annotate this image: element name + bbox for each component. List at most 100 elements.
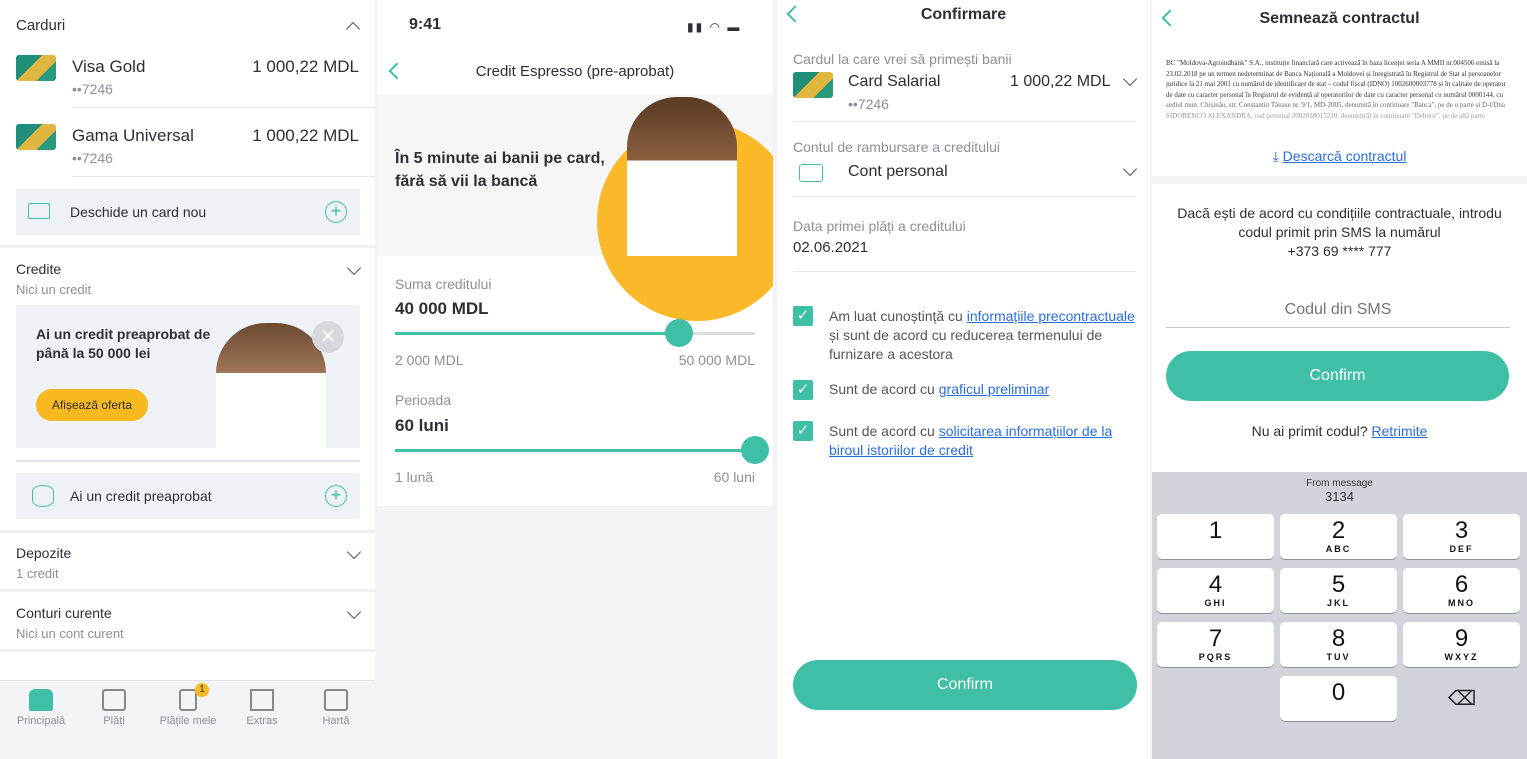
download-icon: ⤓	[1272, 148, 1283, 164]
card-image	[16, 55, 56, 81]
suggestion-code: 3134	[1325, 489, 1354, 504]
credit-espresso-screen: 9:41 ▮▮ ◠ ▬ Credit Espresso (pre-aprobat…	[377, 0, 773, 759]
key-digit: 7	[1208, 625, 1223, 652]
nav-principala[interactable]: Principală	[6, 689, 76, 727]
amount-slider[interactable]	[395, 319, 755, 347]
key-9[interactable]: 9 WXYZ	[1403, 622, 1520, 667]
chevron-up-icon[interactable]	[345, 21, 361, 37]
period-max: 60 luni	[713, 469, 755, 485]
backspace-icon[interactable]: ⌫	[1448, 686, 1476, 711]
nav-plati[interactable]: Plăți	[79, 689, 149, 727]
show-offer-button[interactable]: Afișează oferta	[36, 389, 148, 421]
deposits-subtitle: 1 credit	[16, 566, 59, 581]
sms-suggestion[interactable]: From message 3134	[1152, 478, 1527, 504]
slider-handle[interactable]	[665, 319, 694, 347]
nav-label: Plăți	[103, 715, 125, 727]
transfer-icon	[102, 689, 126, 711]
repay-field-label: Contul de rambursare a creditului	[793, 139, 1000, 155]
key-4[interactable]: 4 GHI	[1157, 568, 1274, 613]
label-text: Am luat cunoștință cu	[829, 308, 967, 324]
key-letters: ABC	[1325, 544, 1352, 554]
card-number: ••7246	[848, 96, 889, 112]
confirm-button[interactable]: Confirm	[793, 660, 1137, 710]
nav-label: Hartă	[322, 715, 350, 727]
precontract-info-link[interactable]: informațiile precontractuale	[967, 308, 1135, 324]
period-value: 60 luni	[395, 416, 449, 435]
hero-banner: În 5 minute ai banii pe card, fără să vi…	[377, 95, 773, 321]
nav-platile-mele[interactable]: 1 Plățile mele	[153, 683, 223, 727]
suggestion-label: From message	[1306, 478, 1373, 489]
key-letters: MNO	[1448, 598, 1475, 608]
label-text: Sunt de acord cu	[829, 423, 939, 439]
download-label: Descarcă contractul	[1282, 148, 1407, 164]
key-6[interactable]: 6 MNO	[1403, 568, 1520, 613]
card-balance: 1 000,22 MDL	[252, 126, 359, 145]
amount-min: 2 000 MDL	[395, 352, 464, 368]
key-3[interactable]: 3 DEF	[1403, 514, 1520, 559]
nav-harta[interactable]: Hartă	[301, 689, 371, 727]
wallet-icon	[799, 164, 823, 182]
accounts-screen: Carduri Visa Gold ••7246 1 000,22 MDL Ga…	[0, 0, 375, 759]
key-7[interactable]: 7 PQRS	[1157, 622, 1274, 667]
card-image	[793, 72, 833, 98]
cards-section-title: Carduri	[16, 17, 66, 34]
nav-label: Principală	[16, 715, 66, 727]
notification-badge: 1	[195, 683, 209, 697]
label-text: Sunt de acord cu	[829, 381, 939, 397]
key-digit: 9	[1454, 625, 1469, 652]
slider-handle[interactable]	[741, 436, 769, 464]
download-contract-link[interactable]: ⤓ Descarcă contractul	[1152, 148, 1527, 165]
status-time: 9:41	[409, 16, 442, 33]
date-value: 02.06.2021	[793, 239, 869, 256]
key-letters: GHI	[1204, 598, 1227, 608]
key-0[interactable]: 0	[1280, 676, 1397, 721]
checkbox-precontract[interactable]: ✓	[793, 306, 813, 326]
date-field-label: Data primei plăți a creditului	[793, 218, 966, 234]
page-title: Confirmare	[920, 6, 1007, 23]
key-5[interactable]: 5 JKL	[1280, 568, 1397, 613]
chevron-down-icon[interactable]	[346, 544, 362, 560]
status-icons: ▮▮ ◠ ▬	[687, 20, 742, 34]
key-digit: 6	[1454, 571, 1469, 598]
period-label: Perioada	[395, 392, 452, 408]
resend-link[interactable]: Retrimite	[1371, 423, 1427, 439]
card-name: Gama Universal	[72, 126, 194, 145]
nav-extras[interactable]: Extras	[227, 689, 297, 727]
phone-number: +373 69 **** 777	[1287, 243, 1392, 259]
checkbox-precontract-label: Am luat cunoștință cu informațiile preco…	[829, 307, 1139, 364]
confirmation-screen: Confirmare Cardul la care vrei să primeș…	[777, 0, 1150, 759]
plus-icon: +	[325, 201, 347, 223]
confirm-button[interactable]: Confirm	[1166, 351, 1509, 401]
checkbox-credit-bureau[interactable]: ✓	[793, 421, 813, 441]
chevron-down-icon[interactable]	[346, 604, 362, 620]
credits-section-title[interactable]: Credite	[16, 261, 61, 277]
preliminary-schedule-link[interactable]: graficul preliminar	[939, 381, 1049, 397]
chevron-down-icon[interactable]	[346, 260, 362, 276]
checkbox-schedule[interactable]: ✓	[793, 380, 813, 400]
key-8[interactable]: 8 TUV	[1280, 622, 1397, 667]
current-accounts-section-title[interactable]: Conturi curente	[16, 605, 112, 621]
plus-icon: +	[325, 485, 347, 507]
hero-person-image	[627, 97, 737, 256]
key-digit: 8	[1331, 625, 1346, 652]
card-number: ••7246	[72, 81, 113, 97]
nav-label: Extras	[246, 715, 278, 727]
open-new-card-button[interactable]: Deschide un card nou +	[16, 189, 360, 235]
key-2[interactable]: 2 ABC	[1280, 514, 1397, 559]
nav-label: Plățile mele	[159, 715, 217, 727]
coins-icon	[32, 485, 54, 507]
amount-value: 40 000 MDL	[395, 299, 489, 318]
preapproved-credit-button[interactable]: Ai un credit preaprobat +	[16, 473, 360, 519]
period-slider[interactable]	[395, 436, 769, 464]
label-text: și sunt de acord cu reducerea termenului…	[829, 327, 1103, 362]
page-title: Semnează contractul	[1259, 10, 1420, 27]
key-letters: WXYZ	[1444, 652, 1479, 662]
card-balance: 1 000,22 MDL	[1010, 73, 1111, 90]
deposits-section-title[interactable]: Depozite	[16, 545, 71, 561]
key-1[interactable]: 1	[1157, 514, 1274, 559]
key-letters: PQRS	[1198, 652, 1233, 662]
card-image	[16, 124, 56, 150]
sms-code-input[interactable]	[1166, 292, 1510, 328]
close-icon[interactable]: ✕	[312, 321, 344, 353]
card-name: Card Salarial	[848, 73, 941, 90]
